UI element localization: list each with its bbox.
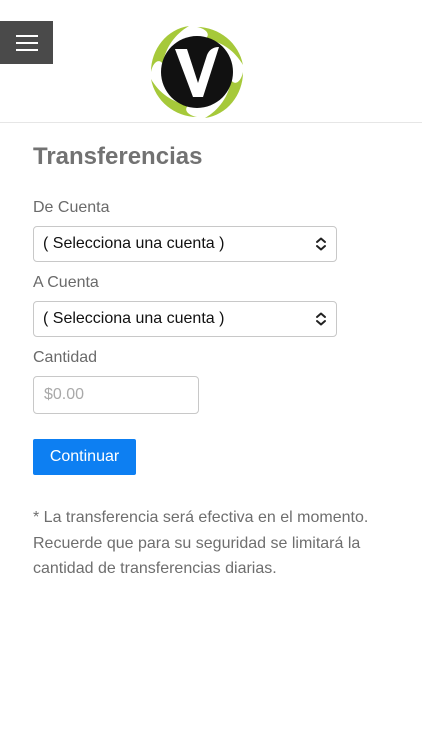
from-account-selected: ( Selecciona una cuenta )	[43, 235, 225, 252]
hamburger-icon	[15, 34, 38, 51]
transfer-note: * La transferencia será efectiva en el m…	[33, 509, 369, 577]
amount-input[interactable]	[33, 376, 199, 414]
amount-label: Cantidad	[33, 349, 98, 366]
select-caret-icon	[310, 234, 332, 254]
brand-logo[interactable]	[149, 25, 245, 119]
page-title: Transferencias	[33, 143, 203, 170]
top-bar	[0, 0, 422, 123]
menu-button[interactable]	[0, 21, 53, 64]
from-account-select[interactable]: ( Selecciona una cuenta )	[33, 226, 337, 262]
from-account-label: De Cuenta	[33, 199, 110, 216]
to-account-select[interactable]: ( Selecciona una cuenta )	[33, 301, 337, 337]
continue-button[interactable]: Continuar	[33, 439, 136, 475]
v-logo-icon	[151, 26, 243, 118]
to-account-selected: ( Selecciona una cuenta )	[43, 310, 225, 327]
to-account-label: A Cuenta	[33, 274, 99, 291]
select-caret-icon	[310, 309, 332, 329]
